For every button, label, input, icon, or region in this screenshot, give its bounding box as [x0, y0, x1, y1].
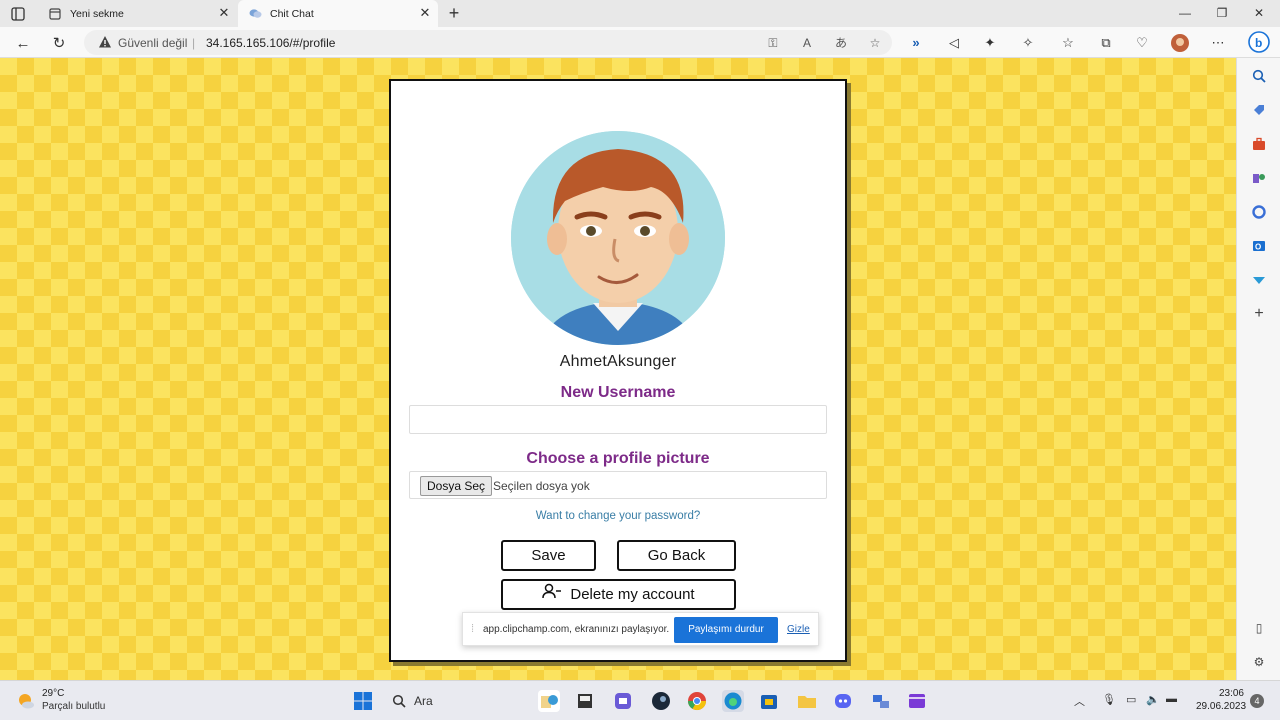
profile-picture-file-input[interactable]: Dosya Seç Seçilen dosya yok	[409, 471, 827, 499]
tab-new-tab[interactable]: Yeni sekme ✕	[40, 0, 237, 27]
new-username-input[interactable]	[409, 405, 827, 434]
clock-date: 29.06.2023	[1196, 701, 1247, 712]
file-app-icon[interactable]	[574, 690, 596, 712]
steam-icon[interactable]	[650, 690, 672, 712]
sidebar-settings-gear-icon[interactable]: ⚙	[1249, 652, 1269, 672]
address-bar[interactable]: Güvenli değil | 34.165.165.106/#/profile…	[84, 30, 892, 55]
go-back-button[interactable]: Go Back	[617, 540, 736, 571]
display-icon[interactable]: ▭	[1126, 693, 1136, 706]
settings-more-icon[interactable]: ⋯	[1208, 33, 1228, 53]
svg-text:b: b	[1255, 36, 1262, 50]
hide-link[interactable]: Gizle	[787, 624, 810, 635]
file-status-text: Seçilen dosya yok	[493, 479, 590, 493]
chat-favicon-icon	[248, 7, 262, 21]
outlook-icon[interactable]: O	[1249, 236, 1269, 256]
new-tab-button[interactable]: +	[444, 3, 464, 24]
share-message: app.clipchamp.com, ekranınızı paylaşıyor…	[483, 624, 670, 635]
key-icon[interactable]: ⚿	[764, 34, 782, 52]
clipchamp-icon[interactable]	[906, 690, 928, 712]
delete-account-label: Delete my account	[570, 586, 695, 603]
tools-briefcase-icon[interactable]	[1249, 134, 1269, 154]
start-windows-icon[interactable]	[352, 690, 374, 712]
shopping-tag-icon[interactable]	[1249, 100, 1269, 120]
chrome-icon[interactable]	[686, 690, 708, 712]
battery-icon[interactable]: ▬	[1166, 693, 1177, 705]
profile-avatar-icon[interactable]	[1170, 33, 1190, 53]
remove-user-icon	[542, 581, 562, 608]
stop-sharing-button[interactable]: Paylaşımı durdur	[674, 617, 778, 643]
divider: |	[192, 36, 196, 50]
edge-sidebar: O + ▯ ⚙	[1236, 58, 1280, 680]
close-tab-icon[interactable]: ✕	[217, 6, 231, 20]
refresh-icon[interactable]: ↻	[48, 32, 70, 54]
clock-time: 23:06	[1218, 688, 1244, 699]
partly-cloudy-icon	[16, 691, 36, 711]
profile-card: AhmetAksunger New Username Choose a prof…	[389, 79, 847, 662]
tab-actions-icon[interactable]	[8, 4, 30, 24]
url-text[interactable]: 34.165.165.106/#/profile	[206, 36, 335, 50]
notification-badge[interactable]: 4	[1250, 694, 1264, 708]
games-icon[interactable]	[1249, 168, 1269, 188]
edge-icon[interactable]	[722, 690, 744, 712]
extensions-chevron-icon[interactable]: »	[906, 33, 926, 53]
close-window-icon[interactable]: ✕	[1240, 0, 1278, 27]
security-label: Güvenli değil	[118, 36, 188, 50]
widgets-app-icon[interactable]	[538, 690, 560, 712]
page-background: AhmetAksunger New Username Choose a prof…	[0, 58, 1236, 680]
warning-icon	[98, 35, 112, 49]
new-username-title: New Username	[560, 384, 676, 401]
change-password-link[interactable]: Want to change your password?	[391, 510, 845, 522]
new-tab-page-icon	[48, 7, 62, 21]
microphone-icon[interactable]: 🎙	[1102, 693, 1116, 706]
show-hidden-icons-chevron-icon[interactable]: ︿	[1074, 693, 1085, 709]
hide-sidebar-icon[interactable]: ▯	[1249, 618, 1269, 638]
screen-share-bar: ⁞ app.clipchamp.com, ekranınızı paylaşıy…	[462, 612, 819, 646]
minimize-icon[interactable]: —	[1166, 0, 1204, 27]
extensions-icon[interactable]: ✧	[1018, 33, 1038, 53]
tab-title: Yeni sekme	[70, 7, 124, 20]
taskbar-search[interactable]: Ara	[386, 690, 506, 712]
drag-handle-icon[interactable]: ⁞	[471, 623, 474, 635]
search-label: Ara	[414, 694, 433, 708]
extension-puzzle-dark-icon[interactable]: ✦	[980, 33, 1000, 53]
clock[interactable]: 23:06 29.06.2023	[1196, 687, 1247, 713]
temperature: 29°C	[42, 688, 65, 699]
volume-icon[interactable]: 🔈	[1146, 693, 1160, 706]
drop-icon[interactable]	[1249, 270, 1269, 290]
teams-icon[interactable]	[612, 690, 634, 712]
bing-copilot-icon[interactable]: b	[1248, 31, 1270, 53]
speaker-icon[interactable]: ◁	[944, 33, 964, 53]
read-aloud-icon[interactable]: A	[798, 34, 816, 52]
discord-icon[interactable]	[832, 690, 854, 712]
microsoft-365-icon[interactable]	[1249, 202, 1269, 222]
back-icon[interactable]: ←	[12, 32, 34, 54]
tab-title: Chit Chat	[270, 7, 314, 20]
performance-icon[interactable]: ♡	[1132, 33, 1152, 53]
network-app-icon[interactable]	[870, 690, 892, 712]
current-username: AhmetAksunger	[559, 353, 677, 370]
favorites-icon[interactable]: ☆	[1058, 33, 1078, 53]
save-button[interactable]: Save	[501, 540, 596, 571]
close-tab-icon[interactable]: ✕	[418, 6, 432, 20]
maximize-icon[interactable]: ❐	[1203, 0, 1241, 27]
tab-chit-chat[interactable]: Chit Chat ✕	[238, 0, 438, 27]
add-sidebar-app-icon[interactable]: +	[1249, 304, 1269, 324]
search-icon[interactable]	[1249, 66, 1269, 86]
favorite-star-icon[interactable]: ☆	[866, 34, 884, 52]
windows-taskbar: 29°C Parçalı bulutlu Ara ︿ 🎙 ▭ 🔈 ▬ 23:06…	[0, 680, 1280, 720]
browser-toolbar: ← ↻ Güvenli değil | 34.165.165.106/#/pro…	[0, 27, 1280, 58]
svg-text:O: O	[1255, 243, 1261, 252]
translate-icon[interactable]: あ	[832, 34, 850, 52]
delete-account-button[interactable]: Delete my account	[501, 579, 736, 610]
profile-picture-title: Choose a profile picture	[526, 450, 710, 467]
profile-avatar	[511, 131, 725, 345]
collections-icon[interactable]: ⧉	[1096, 33, 1116, 53]
tab-strip: Yeni sekme ✕ Chit Chat ✕ + — ❐ ✕	[0, 0, 1280, 27]
store-icon[interactable]	[758, 690, 780, 712]
weather-description: Parçalı bulutlu	[42, 701, 106, 712]
choose-file-button[interactable]: Dosya Seç	[420, 476, 493, 496]
search-icon	[392, 694, 406, 708]
file-explorer-icon[interactable]	[796, 690, 818, 712]
